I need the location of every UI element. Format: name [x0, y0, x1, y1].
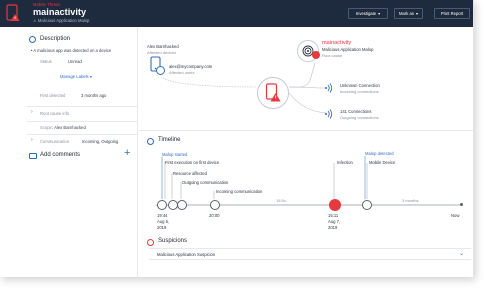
time-label: 15:11: [328, 213, 339, 218]
infection-node[interactable]: [329, 199, 341, 211]
year-label: 2019: [157, 225, 167, 230]
timeline-node[interactable]: [210, 200, 220, 210]
timeline-node[interactable]: [157, 200, 167, 210]
timeline-event: Incoming communication: [216, 189, 263, 194]
year-label: 2019: [328, 225, 338, 230]
time-label: 20:00: [209, 213, 220, 218]
suspicion-row-label: Malicious Application Suspicion: [157, 252, 216, 257]
date-label: Aug 7,: [328, 219, 341, 224]
gap-label: 15:5c: [276, 198, 286, 203]
timeline-event: Resource affected: [173, 171, 207, 176]
gap-label: 3 months: [402, 198, 419, 203]
now-label: Now: [451, 213, 460, 218]
suspicion-row[interactable]: Malicious Application Suspicion ⌄: [149, 248, 471, 260]
timeline-lines: [156, 156, 462, 206]
timeline-event: Outgoing communication: [182, 180, 229, 185]
mobile-device-label: Mobile Device: [369, 160, 396, 165]
suspicions-title: Suspicions: [158, 238, 188, 244]
chevron-down-icon[interactable]: ⌄: [459, 250, 464, 257]
timeline-node[interactable]: [177, 200, 187, 210]
suspicion-icon: [147, 239, 154, 246]
date-label: Aug 6,: [157, 219, 170, 224]
timeline-node[interactable]: [362, 200, 372, 210]
malop-window: Mobile Threat mainactivity ⚠ Malicious A…: [0, 0, 474, 277]
time-label: 19:44: [157, 213, 168, 218]
infection-label: Infection: [337, 160, 353, 165]
timeline-event: First execution on first device: [165, 160, 220, 165]
now-marker: [460, 203, 463, 206]
